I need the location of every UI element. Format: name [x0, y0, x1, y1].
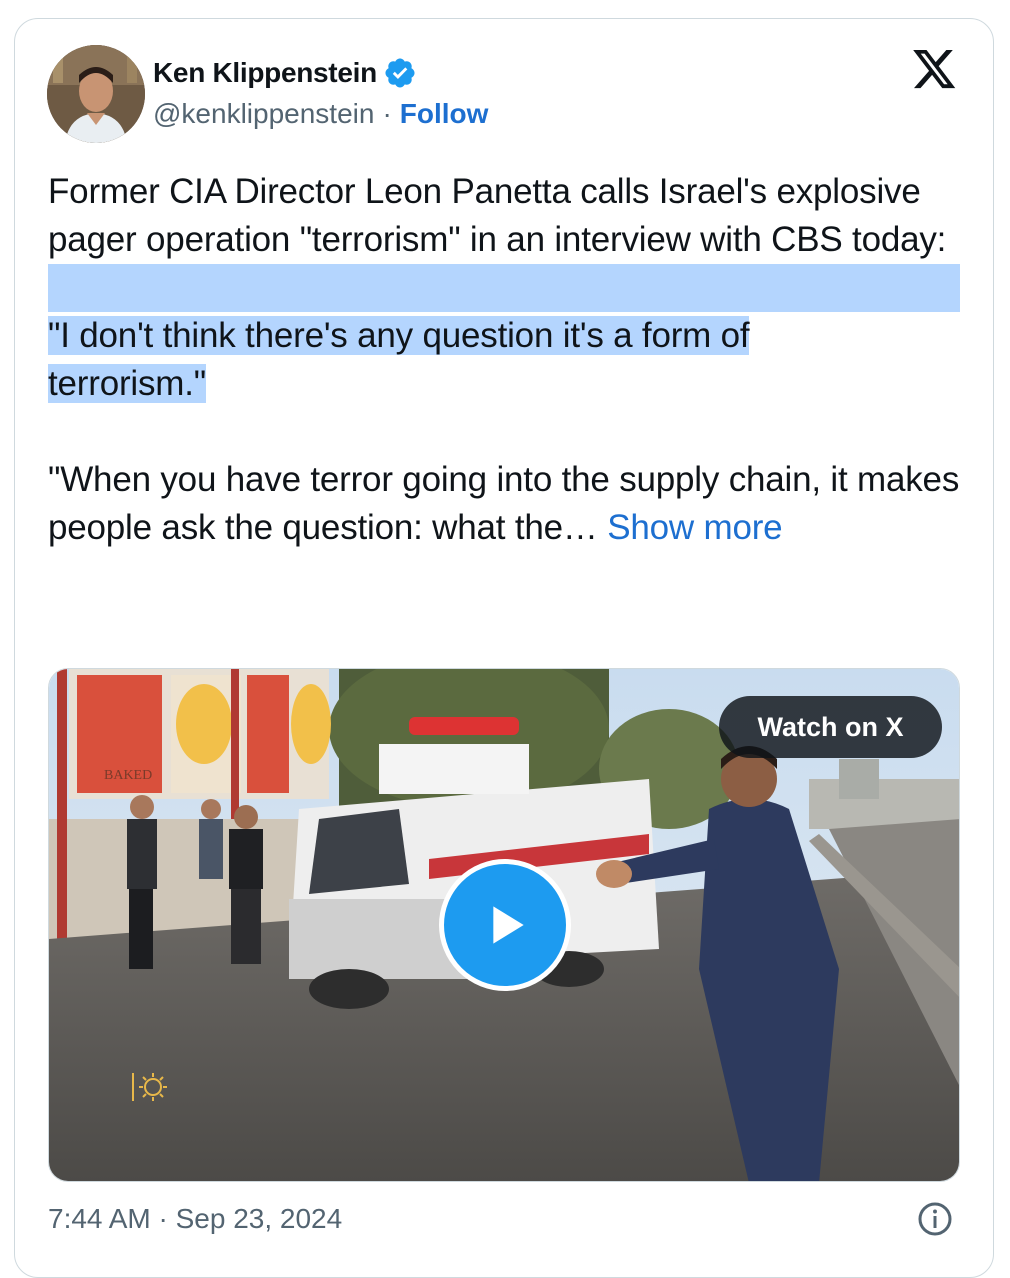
tweet-timestamp[interactable]: 7:44 AM · Sep 23, 2024 [48, 1203, 342, 1235]
tweet-body: Former CIA Director Leon Panetta calls I… [48, 168, 960, 552]
author-avatar[interactable] [47, 45, 145, 143]
author-name-row: Ken Klippenstein [153, 56, 417, 90]
billboard-text: BAKED [104, 768, 152, 783]
author-handle[interactable]: @kenklippenstein [153, 98, 374, 130]
info-icon[interactable] [917, 1201, 953, 1237]
play-button[interactable] [439, 859, 571, 991]
author-handle-row: @kenklippenstein · Follow [153, 98, 488, 130]
cbs-sun-logo-icon [132, 1073, 167, 1101]
show-more-link[interactable]: Show more [607, 508, 782, 547]
highlighted-quote-line-2: terrorism." [48, 364, 207, 403]
tweet-quote-paragraph: "When you have terror going into the sup… [48, 456, 960, 552]
author-name[interactable]: Ken Klippenstein [153, 57, 377, 89]
x-logo-icon[interactable] [913, 50, 957, 90]
follow-button[interactable]: Follow [400, 98, 489, 130]
highlighted-quote-line-1: "I don't think there's any question it's… [48, 316, 750, 355]
tweet-quote-2: "When you have terror going into the sup… [48, 460, 960, 547]
watch-on-x-button[interactable]: Watch on X [719, 696, 942, 758]
verified-badge-icon [385, 58, 415, 88]
avatar-photo [47, 45, 145, 143]
tweet-quote-line: "I don't think there's any question it's… [48, 312, 960, 360]
separator-dot: · [382, 98, 392, 129]
video-thumbnail[interactable]: BAKED Watch on X [48, 668, 960, 1182]
text-selection-highlight [48, 264, 960, 312]
tweet-paragraph: Former CIA Director Leon Panetta calls I… [48, 172, 947, 259]
tweet-quote-line: terrorism." [48, 360, 960, 408]
play-icon [493, 906, 524, 944]
